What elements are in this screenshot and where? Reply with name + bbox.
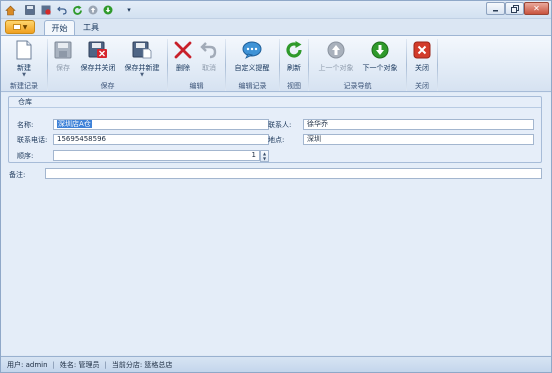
title-bar: ▾ ✕ [1, 1, 551, 19]
group-label-view: 视图 [287, 82, 301, 90]
group-label-edit: 编辑 [189, 82, 204, 90]
dropdown-arrow-icon: ▼ [140, 72, 144, 78]
dropdown-arrow-icon: ▼ [22, 72, 26, 78]
refresh-label: 刷新 [287, 64, 301, 72]
group-label-record-nav: 记录导航 [343, 82, 372, 90]
home-icon[interactable] [4, 4, 16, 16]
warehouse-group-title: 仓库 [9, 97, 541, 108]
save-icon[interactable] [24, 4, 36, 16]
order-field[interactable]: 1 [53, 150, 260, 161]
group-label-close: 关闭 [415, 82, 429, 90]
order-value: 1 [251, 151, 256, 159]
save-close-icon [87, 39, 109, 61]
group-label-edit-record: 编辑记录 [238, 82, 267, 90]
name-label: 名称: [17, 121, 34, 129]
phone-field[interactable]: 15695458596 [53, 134, 269, 145]
custom-reminder-button[interactable]: 自定义提醒 [229, 38, 275, 78]
next-object-label: 下一个对象 [362, 64, 398, 72]
delete-button[interactable]: 删除 [171, 38, 195, 78]
location-field[interactable]: 深圳 [303, 134, 534, 145]
group-label-new-record: 新建记录 [10, 82, 38, 90]
save-new-icon [131, 39, 153, 61]
note-field[interactable] [45, 168, 542, 179]
save-label: 保存 [56, 64, 70, 72]
close-label: 关闭 [415, 64, 429, 72]
status-user: 用户: admin [7, 360, 48, 369]
custom-reminder-label: 自定义提醒 [234, 64, 270, 72]
phone-value: 15695458596 [57, 135, 106, 143]
cancel-label: 取消 [202, 64, 216, 72]
close-window-button[interactable]: ✕ [524, 2, 549, 15]
spin-down-icon: ▼ [262, 156, 267, 161]
previous-object-label: 上一个对象 [318, 64, 354, 72]
new-document-icon [13, 39, 35, 61]
delete-label: 删除 [176, 64, 190, 72]
app-window: ▾ ✕ ▼ 开始 工具 新建 ▼ 新建记录 保存 保存并关闭 保存并新建 ▼ 保… [0, 0, 552, 373]
status-separator: | [52, 360, 55, 369]
save-and-close-button[interactable]: 保存并关闭 [77, 38, 119, 78]
tab-tools[interactable]: 工具 [77, 20, 105, 35]
note-label: 备注: [9, 171, 26, 179]
close-button[interactable]: 关闭 [410, 38, 434, 78]
location-value: 深圳 [307, 135, 321, 143]
speech-bubble-icon [241, 39, 263, 61]
location-label: 地点: [268, 136, 285, 144]
tab-home[interactable]: 开始 [44, 20, 75, 35]
new-button[interactable]: 新建 ▼ [11, 38, 37, 78]
minimize-button[interactable] [486, 2, 505, 15]
ribbon-tab-row: ▼ 开始 工具 [1, 19, 551, 35]
refresh-icon[interactable] [71, 4, 83, 16]
arrow-up-circle-icon [325, 39, 347, 61]
status-name: 姓名: 管理员 [59, 360, 100, 369]
contact-value: 徐华乔 [307, 120, 328, 128]
chevron-down-icon: ▼ [22, 23, 28, 31]
delete-x-icon [172, 39, 194, 61]
customize-toolbar-icon[interactable]: ▾ [123, 4, 135, 16]
contact-field[interactable]: 徐华乔 [303, 119, 534, 130]
close-icon: ✕ [533, 4, 540, 13]
save-button[interactable]: 保存 [51, 38, 75, 78]
name-field[interactable]: 深圳店A仓 [53, 119, 269, 130]
order-spin-button[interactable]: ▲ ▼ [260, 150, 269, 162]
restore-button[interactable] [505, 2, 524, 15]
save-close-label: 保存并关闭 [80, 64, 116, 72]
group-separator [437, 39, 438, 91]
app-menu-icon [12, 24, 21, 30]
refresh-icon [283, 39, 305, 61]
arrow-down-circle-icon [369, 39, 391, 61]
group-label-save: 保存 [100, 82, 115, 90]
form-area: 仓库 名称: 深圳店A仓 联系人: 徐华乔 联系电话: 15695458596 … [1, 93, 551, 355]
close-icon [411, 39, 433, 61]
status-bar: 用户: admin | 姓名: 管理员 | 当前分店: 篮格总店 [1, 356, 551, 372]
ribbon: 新建 ▼ 新建记录 保存 保存并关闭 保存并新建 ▼ 保存 删除 取消 编辑 自… [1, 35, 551, 92]
order-label: 顺序: [17, 152, 34, 160]
status-branch: 当前分店: 篮格总店 [111, 360, 173, 369]
next-object-button[interactable]: 下一个对象 [357, 38, 403, 78]
floppy-disk-icon [52, 39, 74, 61]
previous-object-button[interactable]: 上一个对象 [313, 38, 359, 78]
undo-icon[interactable] [56, 4, 68, 16]
status-separator: | [104, 360, 107, 369]
cancel-button[interactable]: 取消 [197, 38, 221, 78]
next-icon[interactable] [102, 4, 114, 16]
application-menu-button[interactable]: ▼ [5, 20, 35, 34]
previous-icon[interactable] [87, 4, 99, 16]
warehouse-groupbox: 仓库 名称: 深圳店A仓 联系人: 徐华乔 联系电话: 15695458596 … [8, 96, 542, 163]
phone-label: 联系电话: [17, 136, 48, 144]
refresh-button[interactable]: 刷新 [283, 38, 305, 78]
save-close-icon[interactable] [40, 4, 52, 16]
contact-label: 联系人: [268, 121, 292, 129]
name-value: 深圳店A仓 [57, 120, 92, 128]
save-and-new-button[interactable]: 保存并新建 ▼ [121, 38, 163, 78]
undo-arrow-icon [198, 39, 220, 61]
